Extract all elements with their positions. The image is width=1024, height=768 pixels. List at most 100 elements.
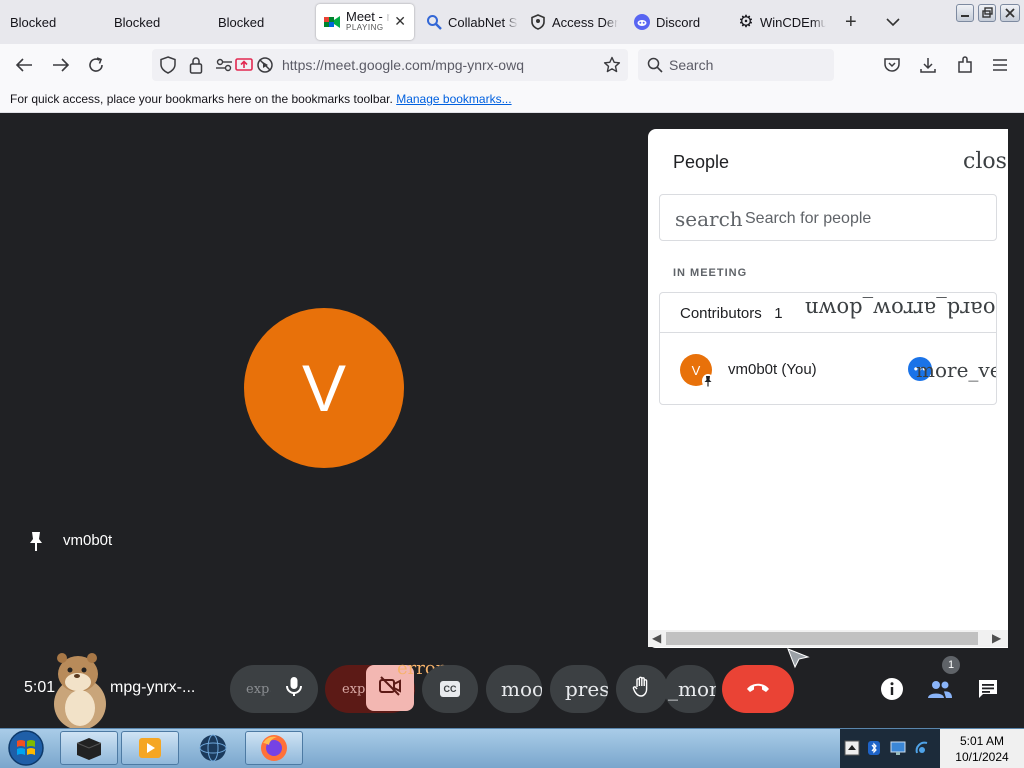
- screen-share-icon[interactable]: [234, 55, 254, 75]
- downloads-icon[interactable]: [918, 55, 938, 75]
- menu-hamburger-icon[interactable]: [990, 55, 1010, 75]
- tracking-shield-icon[interactable]: [158, 55, 178, 75]
- panel-horizontal-scrollbar[interactable]: ◀ ▶: [648, 630, 1008, 647]
- people-search-input[interactable]: Search for people: [745, 210, 871, 228]
- display-icon[interactable]: [890, 740, 906, 756]
- hamster-sticker: [54, 653, 106, 730]
- more-vert-icon: _more: [668, 677, 716, 701]
- taskbar-clock[interactable]: 5:01 AM 10/1/2024: [940, 729, 1024, 768]
- bookmark-star-icon[interactable]: [602, 55, 622, 75]
- search-icon: [645, 55, 665, 75]
- scroll-right-arrow-icon[interactable]: ▶: [992, 631, 1001, 645]
- people-icon[interactable]: [926, 675, 954, 703]
- more-options-button[interactable]: _more: [664, 665, 716, 713]
- extensions-icon[interactable]: [955, 55, 975, 75]
- restore-button[interactable]: [978, 4, 996, 22]
- scroll-left-arrow-icon[interactable]: ◀: [652, 631, 661, 645]
- tab-label: WinCDEmu: [760, 14, 826, 30]
- globe-icon: [199, 734, 227, 762]
- participant-name: vm0b0t: [63, 532, 113, 549]
- autoplay-blocked-icon[interactable]: [255, 55, 275, 75]
- close-icon[interactable]: close: [963, 149, 1008, 174]
- tab-meet[interactable]: Meet - m PLAYING ✕: [316, 4, 414, 40]
- contributors-label: Contributors: [680, 305, 762, 322]
- reactions-button[interactable]: mood: [486, 665, 542, 713]
- raise-hand-button[interactable]: [616, 665, 668, 713]
- contributors-header[interactable]: Contributors 1 keyboard_arrow_down: [660, 293, 996, 333]
- shield-icon: [530, 14, 546, 30]
- tab-label: Blocked: [218, 14, 265, 30]
- bookmarks-toolbar: For quick access, place your bookmarks h…: [0, 86, 1024, 113]
- tab-blocked-1[interactable]: Blocked: [0, 4, 104, 40]
- back-arrow-icon[interactable]: [14, 55, 34, 75]
- tab-playing-label: PLAYING: [346, 22, 384, 32]
- bluetooth-icon[interactable]: [866, 740, 882, 756]
- call-end-icon: [745, 680, 771, 699]
- in-meeting-label: IN MEETING: [673, 267, 748, 279]
- contributors-count: 1: [774, 305, 783, 322]
- pocket-icon[interactable]: [882, 55, 902, 75]
- tab-label: Discord: [656, 14, 701, 30]
- tab-blocked-3[interactable]: Blocked: [208, 4, 312, 40]
- url-text[interactable]: https://meet.google.com/mpg-ynrx-owq: [282, 57, 524, 73]
- hand-icon: [632, 676, 652, 703]
- permissions-icon[interactable]: [214, 55, 234, 75]
- meeting-details-info-icon[interactable]: [878, 675, 906, 703]
- mouse-cursor-icon: [787, 648, 810, 669]
- scrollbar-thumb[interactable]: [666, 632, 978, 645]
- person-name: vm0b0t (You): [728, 361, 817, 378]
- participants-count-badge: 1: [942, 656, 960, 674]
- end-call-button[interactable]: [722, 665, 794, 713]
- search-icon: [426, 14, 442, 30]
- start-button[interactable]: [6, 730, 46, 766]
- people-search-field[interactable]: search Search for people: [659, 194, 997, 241]
- taskbar-date: 10/1/2024: [955, 750, 1009, 764]
- firefox-icon: [261, 735, 287, 761]
- tab-discord[interactable]: Discord: [626, 4, 730, 40]
- taskbar-globe[interactable]: [184, 731, 242, 765]
- tab-label: Blocked: [114, 14, 161, 30]
- microphone-button[interactable]: [270, 665, 318, 713]
- discord-icon: [634, 14, 650, 30]
- reload-icon[interactable]: [86, 55, 106, 75]
- people-panel: People close search Search for people IN…: [648, 129, 1008, 648]
- tab-wincdemu[interactable]: ⚙ WinCDEmu: [730, 4, 834, 40]
- gear-icon: ⚙: [738, 12, 754, 31]
- tab-blocked-2[interactable]: Blocked: [104, 4, 208, 40]
- tab-collabnet[interactable]: CollabNet S: [418, 4, 522, 40]
- pin-icon[interactable]: [27, 530, 45, 552]
- panel-title: People: [673, 152, 730, 172]
- taskbar-terminal[interactable]: [60, 731, 118, 765]
- chevron-down-icon[interactable]: keyboard_arrow_down: [805, 297, 996, 321]
- chat-icon[interactable]: [974, 675, 1002, 703]
- taskbar-time: 5:01 AM: [959, 734, 1005, 748]
- manage-bookmarks-link[interactable]: Manage bookmarks...: [396, 92, 511, 106]
- tab-list-chevron-down-icon[interactable]: [886, 14, 900, 30]
- meeting-code: mpg-ynrx-...: [110, 679, 196, 696]
- taskbar-media-player[interactable]: [121, 731, 179, 765]
- search-input[interactable]: Search: [669, 57, 713, 73]
- media-player-icon: [139, 738, 161, 758]
- minimize-button[interactable]: [956, 4, 974, 22]
- bookmarks-hint: For quick access, place your bookmarks h…: [10, 92, 393, 106]
- more-options-button[interactable]: more_vert: [916, 358, 996, 382]
- captions-button[interactable]: CC: [422, 665, 478, 713]
- closed-captions-icon: CC: [440, 681, 460, 697]
- lock-icon[interactable]: [186, 55, 206, 75]
- tab-label: Access Den: [552, 14, 618, 30]
- camera-off-icon: [378, 675, 402, 701]
- contributors-group: Contributors 1 keyboard_arrow_down V vm0…: [659, 292, 997, 405]
- search-bar[interactable]: [638, 49, 834, 81]
- tab-close-icon[interactable]: ✕: [394, 13, 406, 30]
- present-button[interactable]: present_to_all: [550, 665, 608, 713]
- tab-access-denied[interactable]: Access Den: [522, 4, 626, 40]
- forward-arrow-icon[interactable]: [51, 55, 71, 75]
- window-close-button[interactable]: [1000, 4, 1020, 22]
- network-icon[interactable]: [914, 740, 930, 756]
- meet-icon: [324, 14, 340, 30]
- show-hidden-icons-icon[interactable]: [844, 740, 860, 756]
- participant-avatar: V: [244, 308, 404, 468]
- taskbar-firefox[interactable]: [245, 731, 303, 765]
- new-tab-button[interactable]: +: [845, 11, 857, 34]
- search-icon: search: [675, 207, 743, 231]
